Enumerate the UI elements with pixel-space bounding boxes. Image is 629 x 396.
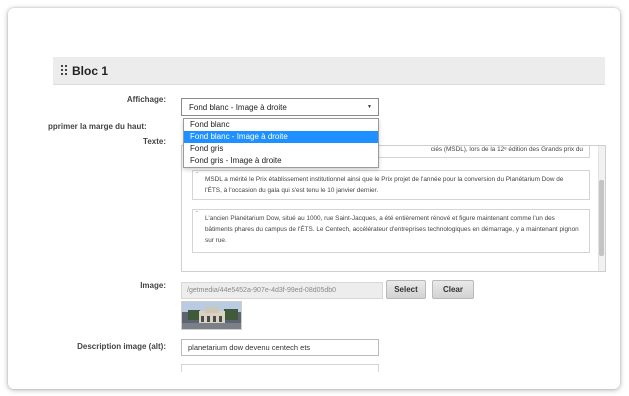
next-field[interactable]	[181, 364, 379, 372]
paragraph-text: MSDL a mérité le Prix établissement inst…	[205, 176, 564, 194]
paragraph-text: L'ancien Planétarium Dow, situé au 1000,…	[205, 215, 579, 244]
select-button[interactable]: Select	[386, 280, 426, 299]
scrollbar[interactable]	[598, 146, 605, 271]
dropdown-option-fond-blanc[interactable]: Fond blanc	[184, 119, 378, 131]
paragraph-marker-icon: ˇ	[196, 173, 198, 179]
bloc-title: Bloc 1	[72, 63, 109, 78]
bloc-header[interactable]: Bloc 1	[53, 57, 605, 85]
image-label: Image:	[140, 281, 166, 290]
image-path-field[interactable]: /getmedia/44e5452a-907e-4d3f-99ed-08d05d…	[181, 282, 383, 299]
image-thumbnail	[181, 301, 242, 330]
dropdown-option-fond-gris-image-droite[interactable]: Fond gris - Image à droite	[184, 155, 378, 167]
scrollbar-thumb[interactable]	[599, 180, 604, 256]
form-card: Bloc 1 Affichage: Fond blanc - Image à d…	[8, 8, 620, 389]
clear-button[interactable]: Clear	[432, 280, 474, 299]
text-paragraph[interactable]: ˇ MSDL a mérité le Prix établissement in…	[192, 170, 590, 200]
text-paragraph[interactable]: ˇ L'ancien Planétarium Dow, situé au 100…	[192, 209, 590, 253]
select-arrow-icon: ▼	[367, 104, 372, 110]
affichage-selected-value: Fond blanc - Image à droite	[189, 102, 287, 112]
marge-label: pprimer la marge du haut:	[48, 122, 147, 131]
drag-handle-icon[interactable]	[61, 65, 67, 76]
partial-line: ciés (MSDL), lors de la 12ᵉ édition des …	[430, 146, 583, 153]
dropdown-option-fond-gris[interactable]: Fond gris	[184, 143, 378, 155]
texte-label: Texte:	[143, 137, 166, 146]
description-input[interactable]: planetarium dow devenu centech ets	[181, 339, 379, 356]
affichage-dropdown: Fond blanc Fond blanc - Image à droite F…	[183, 118, 379, 168]
affichage-label: Affichage:	[126, 95, 166, 104]
description-label: Description image (alt):	[77, 342, 166, 351]
paragraph-marker-icon: ˇ	[196, 212, 198, 218]
affichage-select[interactable]: Fond blanc - Image à droite ▼	[181, 98, 379, 116]
dropdown-option-fond-blanc-image-droite[interactable]: Fond blanc - Image à droite	[184, 131, 378, 143]
